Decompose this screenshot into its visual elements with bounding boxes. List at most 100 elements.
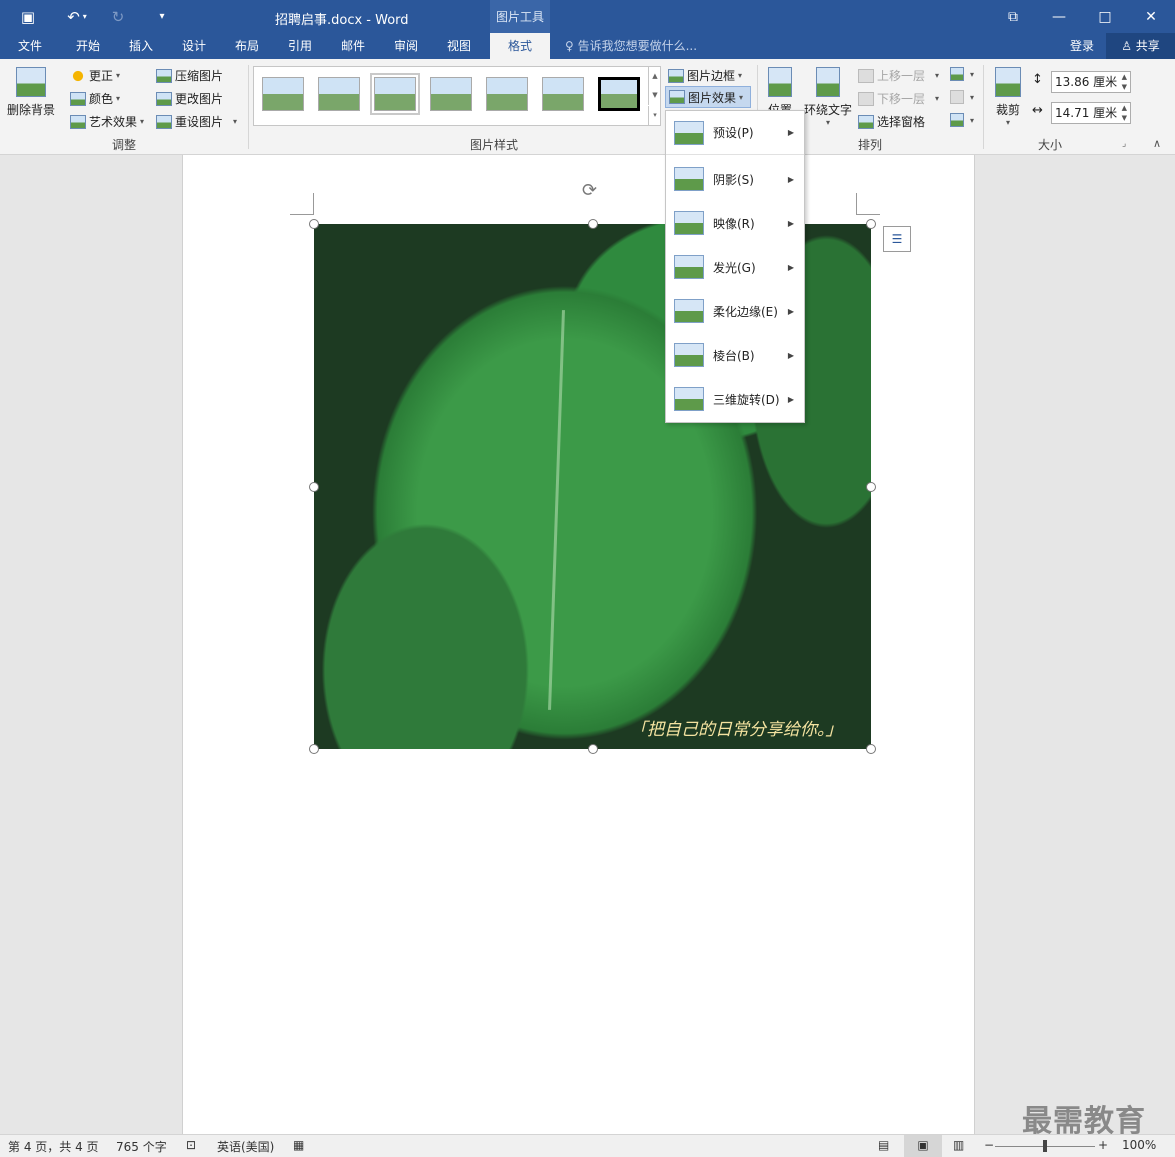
menu-item-reflection[interactable]: 映像(R) ▶ (666, 201, 804, 245)
picture-style-4[interactable] (430, 77, 472, 111)
tab-file[interactable]: 文件 (6, 33, 54, 59)
submenu-arrow-icon: ▶ (787, 394, 794, 404)
picture-border-button[interactable]: 图片边框 ▾ (668, 67, 742, 84)
minimize-button[interactable]: — (1036, 0, 1082, 33)
menu-item-bevel[interactable]: 棱台(B) ▶ (666, 333, 804, 377)
shape-width-input[interactable]: 14.71 厘米 ▲ ▼ (1051, 102, 1131, 124)
resize-handle-top-right[interactable] (866, 219, 876, 229)
picture-style-6[interactable] (542, 77, 584, 111)
close-button[interactable]: ✕ (1128, 0, 1174, 33)
zoom-level[interactable]: 100% (1122, 1138, 1156, 1152)
size-dialog-launcher-icon[interactable]: ⌟ (1122, 139, 1126, 149)
menu-item-glow[interactable]: 发光(G) ▶ (666, 245, 804, 289)
shape-height-input[interactable]: 13.86 厘米 ▲ ▼ (1051, 71, 1131, 93)
zoom-slider-thumb[interactable] (1043, 1140, 1047, 1152)
resize-handle-top[interactable] (588, 219, 598, 229)
tab-design[interactable]: 设计 (170, 33, 218, 59)
artistic-effects-button[interactable]: 艺术效果 ▾ (70, 113, 144, 130)
wrap-dropdown-caret: ▾ (825, 118, 830, 127)
word-count-status[interactable]: 765 个字 (116, 1138, 167, 1155)
tab-view[interactable]: 视图 (435, 33, 483, 59)
login-link[interactable]: 登录 (1070, 33, 1094, 59)
align-icon[interactable]: ▾ (950, 67, 974, 81)
proofing-icon[interactable]: ⊡ (186, 1138, 196, 1152)
picture-style-1[interactable] (262, 77, 304, 111)
gallery-scroll-down-icon[interactable]: ▼ (648, 86, 661, 105)
redo-icon[interactable]: ↻ (104, 0, 132, 33)
macro-record-icon[interactable]: ▦ (293, 1138, 304, 1152)
margin-mark (313, 193, 314, 215)
picture-style-5[interactable] (486, 77, 528, 111)
menu-item-preset[interactable]: 预设(P) ▶ (666, 111, 804, 155)
width-spinner[interactable]: ▲ ▼ (1122, 103, 1127, 123)
color-button[interactable]: 颜色 ▾ (70, 90, 120, 107)
maximize-button[interactable]: □ (1082, 0, 1128, 33)
read-mode-icon[interactable]: ▤ (878, 1138, 889, 1152)
change-picture-button[interactable]: 更改图片 (156, 90, 223, 107)
picture-style-3[interactable] (370, 73, 420, 115)
tab-mailings[interactable]: 邮件 (329, 33, 377, 59)
web-layout-icon[interactable]: ▥ (953, 1138, 964, 1152)
group-separator (983, 65, 984, 149)
artistic-effects-icon (70, 114, 86, 129)
menu-item-shadow[interactable]: 阴影(S) ▶ (666, 157, 804, 201)
tab-home[interactable]: 开始 (64, 33, 112, 59)
resize-handle-right[interactable] (866, 482, 876, 492)
remove-background-button[interactable]: 删除背景 (5, 67, 57, 118)
selection-pane-button[interactable]: 选择窗格 (858, 113, 925, 130)
soft-edges-icon (674, 299, 704, 323)
corrections-button[interactable]: 更正 ▾ (70, 67, 120, 84)
print-layout-icon[interactable]: ▣ (904, 1135, 942, 1157)
group-label-adjust: 调整 (111, 138, 136, 152)
resize-handle-left[interactable] (309, 482, 319, 492)
tab-references[interactable]: 引用 (276, 33, 324, 59)
page-count-status[interactable]: 第 4 页，共 4 页 (8, 1138, 99, 1155)
menu-item-3d-rotation[interactable]: 三维旋转(D) ▶ (666, 377, 804, 421)
save-icon[interactable]: ▣ (14, 0, 42, 33)
menu-item-soft-edges[interactable]: 柔化边缘(E) ▶ (666, 289, 804, 333)
gallery-expand-icon[interactable]: ▾ (648, 106, 661, 125)
compress-pictures-button[interactable]: 压缩图片 (156, 67, 223, 84)
send-backward-button[interactable]: 下移一层 ▾ (858, 90, 939, 107)
wrap-text-button[interactable]: 环绕文字 ▾ (802, 67, 854, 127)
zoom-in-icon[interactable]: + (1098, 1138, 1108, 1152)
glow-icon (674, 255, 704, 279)
tab-format[interactable]: 格式 (490, 33, 550, 59)
zoom-out-icon[interactable]: − (984, 1138, 994, 1152)
rotate-objects-icon[interactable]: ▾ (950, 113, 974, 127)
change-picture-icon (156, 91, 172, 106)
picture-caption-text: 「把自己的日常分享给你。」 (630, 720, 843, 740)
reset-picture-button[interactable]: 重设图片 ▾ (156, 113, 237, 130)
margin-mark (856, 214, 880, 215)
3d-rotation-icon (674, 387, 704, 411)
language-status[interactable]: 英语(美国) (217, 1138, 274, 1155)
resize-handle-bottom-right[interactable] (866, 744, 876, 754)
undo-icon[interactable]: ↶ ▾ (58, 0, 96, 33)
picture-effects-button[interactable]: 图片效果 ▾ (665, 86, 751, 108)
picture-styles-gallery: ▲ ▼ ▾ (253, 66, 661, 126)
layout-options-icon[interactable]: ☰ (883, 226, 911, 252)
bring-forward-button[interactable]: 上移一层 ▾ (858, 67, 939, 84)
picture-style-2[interactable] (318, 77, 360, 111)
group-objects-icon[interactable]: ▾ (950, 90, 974, 104)
selection-pane-icon (858, 114, 874, 129)
share-button[interactable]: ♙ 共享 (1106, 33, 1175, 59)
gallery-scroll-up-icon[interactable]: ▲ (648, 67, 661, 86)
tab-layout[interactable]: 布局 (223, 33, 271, 59)
resize-handle-top-left[interactable] (309, 219, 319, 229)
tell-me-search[interactable]: ♀ 告诉我您想要做什么... (565, 33, 697, 59)
wrap-text-icon (816, 67, 840, 97)
crop-button[interactable]: 裁剪 ▾ (990, 67, 1026, 127)
height-spinner[interactable]: ▲ ▼ (1122, 72, 1127, 92)
rotate-handle-icon[interactable]: ⟳ (582, 180, 597, 201)
submenu-arrow-icon: ▶ (787, 262, 794, 272)
collapse-ribbon-icon[interactable]: ∧ (1153, 137, 1161, 150)
tab-insert[interactable]: 插入 (117, 33, 165, 59)
customize-quick-access-icon[interactable]: ▾ (150, 0, 174, 33)
resize-handle-bottom[interactable] (588, 744, 598, 754)
ribbon-display-options-icon[interactable]: ⧉ (990, 0, 1036, 33)
preset-icon (674, 120, 704, 145)
resize-handle-bottom-left[interactable] (309, 744, 319, 754)
tab-review[interactable]: 审阅 (382, 33, 430, 59)
picture-style-7[interactable] (598, 77, 640, 111)
